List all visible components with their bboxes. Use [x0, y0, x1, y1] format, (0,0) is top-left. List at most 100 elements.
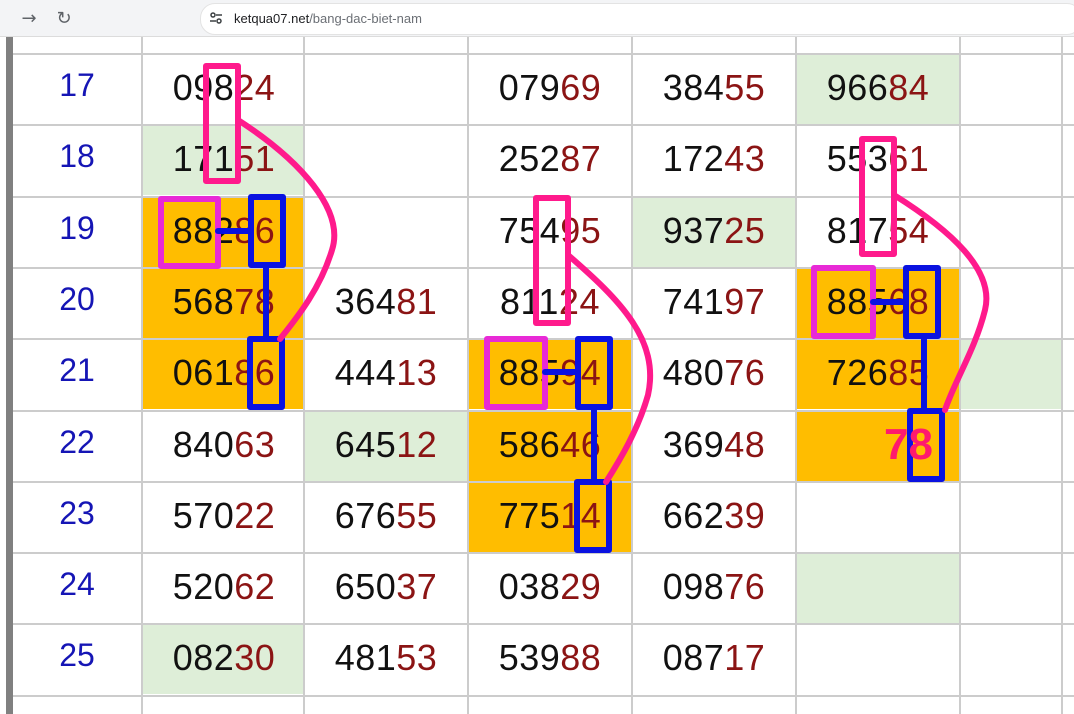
number-tail-digits: 30: [234, 637, 276, 678]
number-tail-digits: 61: [888, 138, 930, 179]
number-head-digits: 444: [334, 352, 397, 393]
number-head-digits: 840: [172, 424, 235, 465]
number-tail-digits: 95: [560, 210, 602, 251]
number-tail-digits: 55: [396, 495, 438, 536]
number-tail-digits: 86: [234, 352, 276, 393]
address-bar[interactable]: ketqua07.net/bang-dac-biet-nam: [200, 3, 1074, 35]
result-number: 55361: [797, 138, 959, 180]
number-head-digits: 754: [498, 210, 561, 251]
number-tail-digits: 24: [234, 67, 276, 108]
number-head-digits: 726: [826, 352, 889, 393]
result-number: 74197: [633, 281, 795, 323]
number-head-digits: 568: [172, 281, 235, 322]
number-tail-digits: 14: [560, 495, 602, 536]
result-number: 88286: [143, 210, 305, 252]
result-number: 84063: [143, 424, 305, 466]
reload-icon[interactable]: ↻: [52, 6, 76, 30]
result-number: 03829: [469, 566, 631, 608]
number-tail-digits: 62: [234, 566, 276, 607]
number-tail-digits: 12: [396, 424, 438, 465]
result-number: 88568: [797, 281, 959, 323]
number-tail-digits: 88: [560, 637, 602, 678]
result-number: 77514: [469, 495, 631, 537]
result-number: 17243: [633, 138, 795, 180]
number-head-digits: 520: [172, 566, 235, 607]
result-number: 67655: [305, 495, 467, 537]
number-tail-digits: 43: [724, 138, 766, 179]
number-tail-digits: 76: [724, 352, 766, 393]
result-number: 17151: [143, 138, 305, 180]
result-number: 64512: [305, 424, 467, 466]
result-number: 58646: [469, 424, 631, 466]
number-tail-digits: 78: [234, 281, 276, 322]
result-number: 08717: [633, 637, 795, 679]
result-number: 44413: [305, 352, 467, 394]
number-tail-digits: 13: [396, 352, 438, 393]
number-tail-digits: 17: [724, 637, 766, 678]
number-head-digits: 650: [334, 566, 397, 607]
number-tail-digits: 55: [724, 67, 766, 108]
number-tail-digits: 48: [724, 424, 766, 465]
number-head-digits: 775: [498, 495, 561, 536]
number-head-digits: 364: [334, 281, 397, 322]
number-head-digits: 171: [172, 138, 235, 179]
number-head-digits: 882: [172, 210, 235, 251]
number-tail-digits: 53: [396, 637, 438, 678]
number-head-digits: 384: [662, 67, 725, 108]
number-head-digits: 480: [662, 352, 725, 393]
number-tail-digits: 37: [396, 566, 438, 607]
number-head-digits: 079: [498, 67, 561, 108]
result-number: 09824: [143, 67, 305, 109]
page-left-border: [6, 37, 13, 714]
result-number: 36481: [305, 281, 467, 323]
number-head-digits: 741: [662, 281, 725, 322]
browser-toolbar: → ↻ ketqua07.net/bang-dac-biet-nam: [0, 0, 1074, 37]
day-label: 22: [59, 424, 95, 460]
result-number: 08230: [143, 637, 305, 679]
cell-highlight-orange: [797, 412, 959, 481]
number-head-digits: 082: [172, 637, 235, 678]
number-tail-digits: 94: [560, 352, 602, 393]
url-path: /bang-dac-biet-nam: [309, 11, 422, 26]
number-tail-digits: 39: [724, 495, 766, 536]
number-tail-digits: 85: [888, 352, 930, 393]
result-number: 66239: [633, 495, 795, 537]
table-column-divider: [1061, 37, 1063, 714]
result-number: 57022: [143, 495, 305, 537]
number-tail-digits: 76: [724, 566, 766, 607]
result-number: 81754: [797, 210, 959, 252]
number-head-digits: 481: [334, 637, 397, 678]
site-info-icon[interactable]: [207, 9, 225, 27]
number-tail-digits: 24: [558, 281, 600, 322]
result-number: 25287: [469, 138, 631, 180]
number-head-digits: 061: [172, 352, 235, 393]
result-number: 75495: [469, 210, 631, 252]
number-head-digits: 811: [500, 281, 559, 322]
number-tail-digits: 84: [888, 67, 930, 108]
result-number: 07969: [469, 67, 631, 109]
result-number: 65037: [305, 566, 467, 608]
day-label: 23: [59, 495, 95, 531]
result-number: 81124: [469, 281, 631, 323]
arrow-right-icon[interactable]: →: [17, 6, 41, 30]
result-number: 09876: [633, 566, 795, 608]
cell-highlight-green: [961, 340, 1061, 409]
number-head-digits: 098: [662, 566, 725, 607]
number-head-digits: 369: [662, 424, 725, 465]
number-head-digits: 098: [172, 67, 235, 108]
result-number: 36948: [633, 424, 795, 466]
result-number: 88594: [469, 352, 631, 394]
result-number: 96684: [797, 67, 959, 109]
result-number: 52062: [143, 566, 305, 608]
day-label: 20: [59, 281, 95, 317]
number-head-digits: 252: [498, 138, 561, 179]
number-head-digits: 662: [662, 495, 725, 536]
number-tail-digits: 86: [234, 210, 276, 251]
number-head-digits: 645: [334, 424, 397, 465]
number-head-digits: 885: [826, 281, 889, 322]
number-head-digits: 553: [826, 138, 889, 179]
prediction-label: 78: [884, 420, 933, 469]
url-host: ketqua07.net: [234, 11, 310, 26]
number-tail-digits: 69: [560, 67, 602, 108]
url-text[interactable]: ketqua07.net/bang-dac-biet-nam: [234, 11, 422, 26]
